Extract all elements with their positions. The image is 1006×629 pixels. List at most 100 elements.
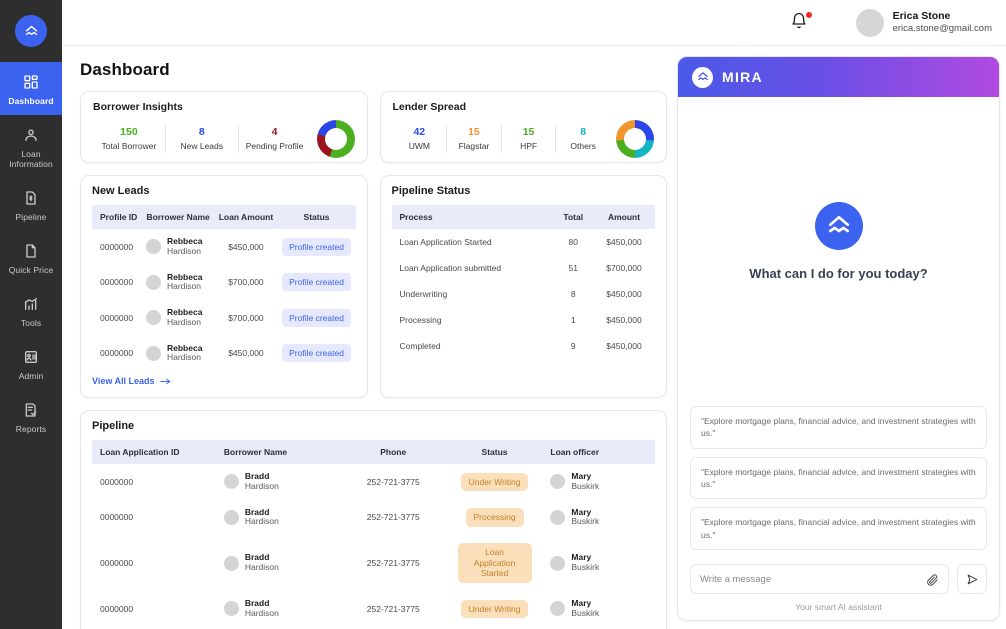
new-leads-table: Profile ID Borrower Name Loan Amount Sta… — [92, 205, 356, 371]
cell-amount: $700,000 — [606, 263, 642, 273]
table-row[interactable]: 0000000 Bradd Hardison — [92, 464, 655, 500]
cell-process: Loan Application submitted — [399, 263, 502, 273]
cell-borrower-name: Rebbeca Hardison — [142, 229, 214, 265]
table-row[interactable]: Completed 9 $450,000 — [392, 333, 656, 359]
suggestion-chip[interactable]: "Explore mortgage plans, financial advic… — [690, 456, 987, 500]
borrower-last-name: Hardison — [244, 607, 279, 618]
column-header: Profile ID — [100, 212, 138, 222]
card-title: Pipeline — [92, 420, 135, 433]
avatar — [223, 555, 239, 571]
grid-icon — [22, 73, 40, 91]
sidebar-item-pipeline[interactable]: Pipeline — [0, 178, 62, 231]
cell-total: 1 — [570, 315, 576, 325]
notifications-button[interactable] — [790, 10, 813, 34]
cell-loan-application-id: 0000000 — [100, 512, 134, 523]
avatar — [550, 509, 566, 525]
sidebar-item-reports[interactable]: Reports — [0, 390, 62, 443]
paperclip-icon[interactable] — [926, 573, 939, 586]
send-button[interactable] — [957, 564, 987, 594]
officer-last-name: Buskirk — [571, 607, 600, 618]
borrower-last-name: Hardison — [166, 281, 202, 292]
mira-logo-icon — [692, 66, 713, 88]
pipeline-status-card: Pipeline Status Process Total Amount Loa… — [379, 175, 667, 399]
cell-process: Processing — [399, 315, 442, 325]
user-menu[interactable]: Erica Stone erica.stone@gmail.com — [855, 8, 992, 37]
sidebar-item-quick-price[interactable]: Quick Price — [0, 231, 62, 284]
chat-prompt: What can I do for you today? — [749, 266, 928, 282]
cell-borrower-name: Bradd Hardison — [216, 500, 340, 536]
user-name: Erica Stone — [892, 10, 951, 22]
report-check-icon — [22, 401, 40, 419]
message-input-box[interactable] — [690, 564, 949, 594]
cell-loan-officer: Mary Buskirk — [542, 500, 655, 536]
app-logo[interactable] — [0, 0, 62, 62]
table-header: Profile ID Borrower Name Loan Amount Sta… — [92, 205, 356, 229]
view-all-leads-link[interactable]: View All Leads — [92, 376, 171, 386]
cell-borrower-name: Rebbeca Hardison — [142, 265, 214, 301]
avatar — [550, 601, 566, 617]
table-row[interactable]: 0000000 Bradd Hardison — [92, 535, 655, 591]
chat-footer-note: Your smart AI assistant — [795, 602, 882, 612]
dashboard-column: Dashboard Borrower Insights 150 Total Bo… — [62, 46, 667, 629]
cell-amount: $450,000 — [606, 341, 642, 351]
column-header: Loan Application ID — [100, 447, 180, 458]
cell-loan-officer: Mary Buskirk — [542, 591, 655, 627]
table-body: 0000000 Rebbeca Hardison $450,000 Profil… — [92, 229, 356, 371]
table-row[interactable]: 0000000 Bradd Hardison — [92, 591, 655, 627]
table-row[interactable]: 0000000 Rebbeca Hardison — [92, 336, 356, 372]
sidebar-item-label: Reports — [15, 424, 47, 434]
table-row[interactable]: 0000000 Bradd Hardison — [92, 500, 655, 536]
status-badge: Profile created — [282, 308, 351, 327]
stat-hpf: 15 HPF — [502, 125, 557, 153]
stat-value: 8 — [198, 126, 205, 138]
sidebar-item-dashboard[interactable]: Dashboard — [0, 62, 62, 115]
sidebar-nav: Dashboard Loan Information Pipeline Quic… — [0, 62, 62, 443]
table-row[interactable]: 0000000 Rebbeca Hardison — [92, 265, 356, 301]
cell-profile-id: 0000000 — [100, 241, 134, 252]
chat-title: MIRA — [722, 69, 763, 85]
column-header: Status — [303, 212, 330, 222]
sidebar-item-label: Loan Information — [9, 149, 53, 169]
cell-status: Loan Application Started — [447, 535, 543, 591]
suggestion-chip[interactable]: "Explore mortgage plans, financial advic… — [690, 406, 987, 449]
borrower-last-name: Hardison — [166, 352, 202, 363]
page-title: Dashboard — [80, 60, 170, 79]
table-body: 0000000 Bradd Hardison 252-721-3775 Unde… — [92, 464, 655, 626]
avatar — [550, 474, 566, 490]
avatar — [855, 8, 884, 37]
pipeline-card: Pipeline Loan Application ID Borrower Na… — [80, 410, 667, 629]
table-row[interactable]: 0000000 Rebbeca Hardison — [92, 300, 356, 336]
stat-label: UWM — [408, 141, 430, 151]
arrow-right-icon — [159, 378, 170, 384]
table-row[interactable]: Processing 1 $450,000 — [392, 307, 656, 333]
user-icon — [22, 126, 40, 144]
cell-phone: 252-721-3775 — [366, 512, 420, 523]
sidebar-item-loan-information[interactable]: Loan Information — [0, 115, 62, 178]
sidebar-item-admin[interactable]: Admin — [0, 337, 62, 390]
cell-status: Profile created — [278, 336, 356, 372]
table-row[interactable]: Loan Application submitted 51 $700,000 — [392, 255, 656, 281]
sidebar-item-label: Dashboard — [8, 96, 54, 106]
stat-flagstar: 15 Flagstar — [447, 125, 502, 153]
message-input[interactable] — [700, 573, 926, 585]
status-badge: Profile created — [282, 273, 351, 292]
cell-phone: 252-721-3775 — [366, 476, 420, 487]
table-row[interactable]: 0000000 Rebbeca Hardison — [92, 229, 356, 265]
stat-uwm: 42 UWM — [393, 125, 448, 153]
sidebar-item-label: Tools — [20, 318, 42, 328]
cell-status: Profile created — [278, 229, 356, 265]
avatar — [550, 555, 566, 571]
cell-total: 51 — [568, 263, 578, 273]
table-row[interactable]: Loan Application Started 80 $450,000 — [392, 229, 656, 255]
content-area: Dashboard Borrower Insights 150 Total Bo… — [62, 46, 1006, 629]
status-badge: Under Writing — [460, 472, 529, 492]
cell-status: Profile created — [278, 265, 356, 301]
sidebar-item-tools[interactable]: Tools — [0, 284, 62, 337]
status-badge: Profile created — [282, 237, 351, 256]
stat-label: Others — [570, 141, 596, 151]
pipeline-table: Loan Application ID Borrower Name Phone … — [92, 440, 655, 626]
table-row[interactable]: Underwriting 8 $450,000 — [392, 281, 656, 307]
card-title: Borrower Insights — [93, 101, 183, 113]
suggestion-chip[interactable]: "Explore mortgage plans, financial advic… — [690, 507, 987, 550]
top-bar: Erica Stone erica.stone@gmail.com — [62, 0, 1006, 46]
